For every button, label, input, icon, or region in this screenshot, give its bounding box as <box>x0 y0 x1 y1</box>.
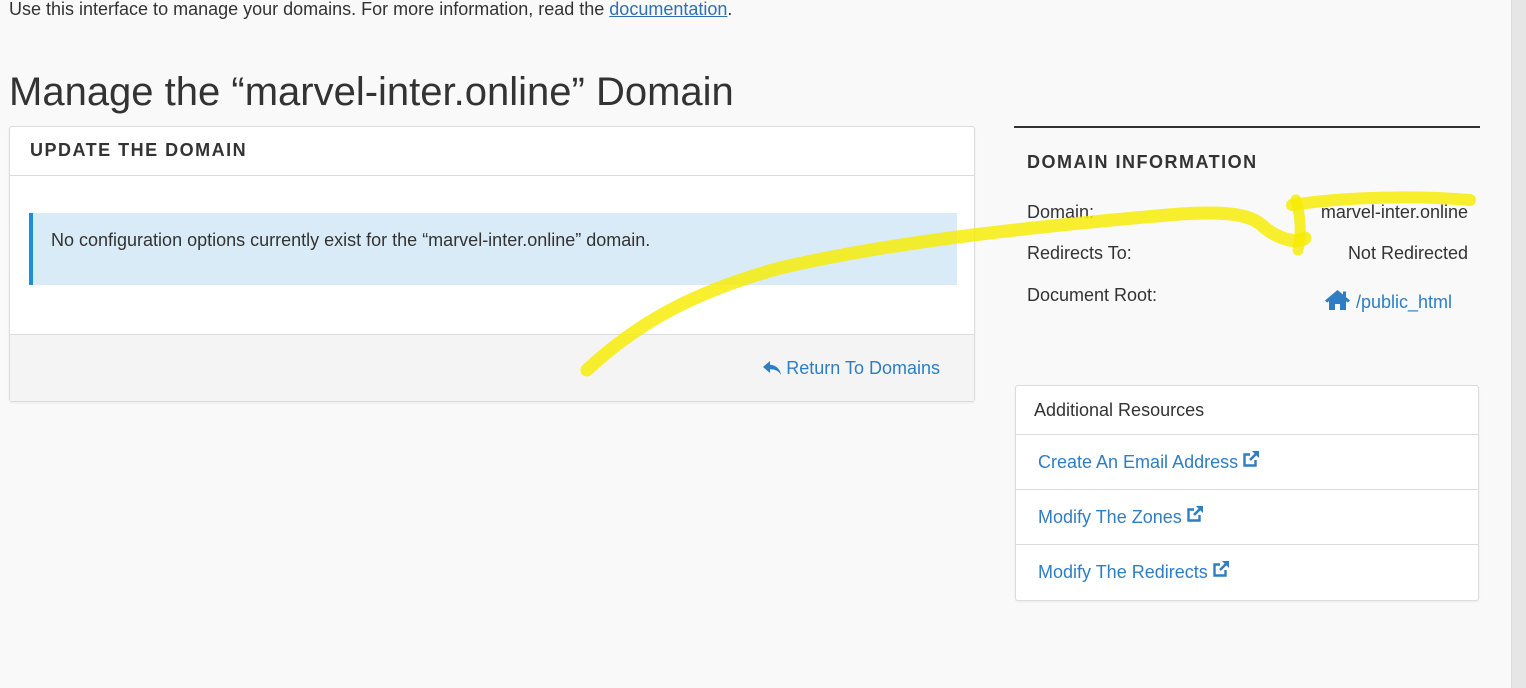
scrollbar-track[interactable] <box>1511 0 1526 688</box>
document-root-label: Document Root: <box>1027 285 1158 305</box>
external-link-icon <box>1242 435 1260 489</box>
resource-item: Create An Email Address <box>1016 435 1478 490</box>
documentation-link[interactable]: documentation <box>609 0 727 19</box>
redirects-to-label: Redirects To: <box>1027 243 1132 263</box>
panel-footer: Return To Domains <box>10 334 974 401</box>
modify-zones-label: Modify The Zones <box>1038 507 1182 527</box>
additional-resources-panel: Additional Resources Create An Email Add… <box>1015 385 1479 601</box>
modify-redirects-link[interactable]: Modify The Redirects <box>1038 545 1230 599</box>
external-link-icon <box>1212 545 1230 599</box>
intro-text-body: Use this interface to manage your domain… <box>9 0 610 19</box>
create-email-address-label: Create An Email Address <box>1038 452 1239 472</box>
intro-text-suffix: . <box>727 0 733 19</box>
info-alert: No configuration options currently exist… <box>29 213 957 285</box>
reply-icon <box>763 360 782 376</box>
modify-zones-link[interactable]: Modify The Zones <box>1038 490 1204 544</box>
domain-value: marvel-inter.online <box>1320 202 1468 222</box>
page-title: Manage the “marvel-inter.online” Domain <box>9 70 734 114</box>
cpanel-domain-page: Use this interface to manage your domain… <box>0 0 1526 688</box>
return-to-domains-label: Return To Domains <box>786 358 940 378</box>
domain-information: DOMAIN INFORMATION Domain: marvel-inter.… <box>1014 126 1480 312</box>
additional-resources-heading: Additional Resources <box>1016 386 1478 435</box>
update-domain-heading: UPDATE THE DOMAIN <box>10 127 974 176</box>
update-domain-panel: UPDATE THE DOMAIN No configuration optio… <box>9 126 975 402</box>
home-icon <box>1324 290 1350 315</box>
resource-item: Modify The Redirects <box>1016 545 1478 600</box>
create-email-address-link[interactable]: Create An Email Address <box>1038 435 1260 489</box>
return-to-domains-link[interactable]: Return To Domains <box>763 356 940 380</box>
document-root-link[interactable]: /public_html <box>1324 290 1452 315</box>
document-root-value: /public_html <box>1355 292 1452 312</box>
domain-information-title: DOMAIN INFORMATION <box>1027 152 1258 172</box>
domain-label: Domain: <box>1027 202 1095 222</box>
intro-text: Use this interface to manage your domain… <box>9 0 732 21</box>
resource-item: Modify The Zones <box>1016 490 1478 545</box>
redirects-to-value: Not Redirected <box>1347 243 1468 263</box>
external-link-icon <box>1186 490 1204 544</box>
modify-redirects-label: Modify The Redirects <box>1038 562 1208 582</box>
